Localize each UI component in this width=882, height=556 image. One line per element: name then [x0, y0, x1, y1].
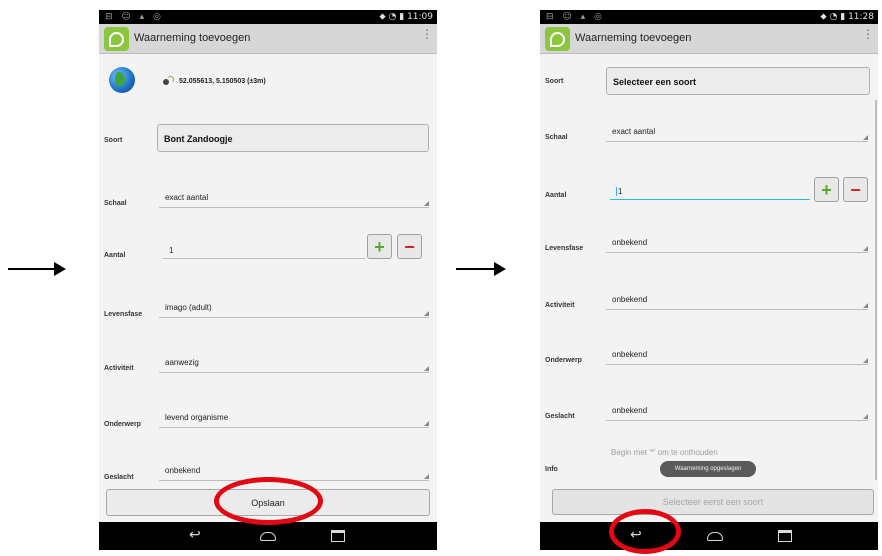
- sex-dropdown[interactable]: onbekend: [159, 463, 429, 481]
- field-label-scale: Schaal: [545, 134, 568, 141]
- field-label-lifestage: Levensfase: [545, 245, 584, 252]
- field-label-species: Soort: [104, 137, 123, 144]
- back-icon[interactable]: ↩: [189, 528, 201, 542]
- scrollbar[interactable]: [875, 100, 877, 480]
- field-label-subject: Onderwerp: [104, 421, 141, 428]
- phone-screen-after: ⊟ ☺ ▴ ◎ ⬥ ◔ ▮ 11:28 Waarneming toevoegen…: [540, 10, 878, 550]
- increment-button[interactable]: +: [814, 177, 839, 202]
- dropdown-arrow-icon: [424, 201, 429, 206]
- field-label-count: Aantal: [545, 192, 567, 199]
- status-clock: ⬥ ◔ ▮ 11:28: [820, 12, 874, 22]
- navigation-bar: ↩: [540, 522, 878, 550]
- field-label-species: Soort: [545, 78, 564, 85]
- highlight-circle: [609, 509, 681, 554]
- field-label-scale: Schaal: [104, 200, 127, 207]
- app-logo-icon[interactable]: [104, 27, 129, 51]
- decrement-button[interactable]: −: [397, 234, 422, 259]
- dropdown-arrow-icon: [424, 366, 429, 371]
- dropdown-arrow-icon: [424, 311, 429, 316]
- globe-icon: [109, 67, 135, 93]
- arrow-right-icon: [8, 262, 66, 276]
- highlight-circle: [214, 477, 323, 525]
- overflow-menu-icon[interactable]: ⋮: [421, 28, 433, 40]
- gps-coordinates: 52.055613, 5.150503 (±3m): [179, 78, 266, 85]
- recent-apps-icon[interactable]: [778, 530, 792, 542]
- field-label-lifestage: Levensfase: [104, 311, 143, 318]
- action-bar: Waarneming toevoegen ⋮: [540, 24, 878, 54]
- field-label-count: Aantal: [104, 252, 126, 259]
- dropdown-arrow-icon: [424, 421, 429, 426]
- activity-dropdown[interactable]: aanwezig: [159, 355, 429, 373]
- species-selector[interactable]: Bont Zandoogje: [157, 124, 429, 152]
- info-input[interactable]: Begin met '*' om te onthouden: [611, 448, 718, 457]
- app-logo-icon[interactable]: [545, 27, 570, 51]
- dropdown-arrow-icon: [863, 135, 868, 140]
- scale-dropdown[interactable]: exact aantal: [159, 190, 429, 208]
- gps-signal-icon: [163, 75, 175, 87]
- status-clock: ⬥ ◔ ▮ 11:09: [379, 12, 433, 22]
- recent-apps-icon[interactable]: [331, 530, 345, 542]
- home-icon[interactable]: [260, 532, 276, 541]
- subject-dropdown[interactable]: onbekend: [606, 347, 868, 365]
- scale-dropdown[interactable]: exact aantal: [606, 124, 868, 142]
- status-bar: ⊟ ☺ ▴ ◎ ⬥ ◔ ▮ 11:28: [540, 10, 878, 24]
- field-label-subject: Onderwerp: [545, 357, 582, 364]
- navigation-bar: ↩: [99, 522, 437, 550]
- action-bar: Waarneming toevoegen ⋮: [99, 24, 437, 54]
- count-input[interactable]: 1: [163, 241, 365, 259]
- status-icons: ⊟ ☺ ▴ ◎: [105, 12, 164, 22]
- page-title: Waarneming toevoegen: [134, 32, 251, 44]
- field-label-sex: Geslacht: [104, 474, 134, 481]
- sex-dropdown[interactable]: onbekend: [606, 403, 868, 421]
- dropdown-arrow-icon: [863, 303, 868, 308]
- lifestage-dropdown[interactable]: onbekend: [606, 235, 868, 253]
- field-label-activity: Activiteit: [104, 365, 134, 372]
- activity-dropdown[interactable]: onbekend: [606, 292, 868, 310]
- dropdown-arrow-icon: [863, 358, 868, 363]
- overflow-menu-icon[interactable]: ⋮: [862, 28, 874, 40]
- save-button-disabled[interactable]: Selecteer eerst een soort: [552, 489, 874, 515]
- increment-button[interactable]: +: [367, 234, 392, 259]
- species-selector[interactable]: Selecteer een soort: [606, 67, 870, 95]
- arrow-right-icon: [456, 262, 506, 276]
- status-icons: ⊟ ☺ ▴ ◎: [546, 12, 605, 22]
- count-input[interactable]: 1: [610, 182, 810, 200]
- dropdown-arrow-icon: [863, 246, 868, 251]
- toast-message: Waarneming opgeslagen: [660, 461, 756, 477]
- field-label-activity: Activiteit: [545, 302, 575, 309]
- decrement-button[interactable]: −: [843, 177, 868, 202]
- subject-dropdown[interactable]: levend organisme: [159, 410, 429, 428]
- home-icon[interactable]: [707, 532, 723, 541]
- dropdown-arrow-icon: [863, 414, 868, 419]
- lifestage-dropdown[interactable]: imago (adult): [159, 300, 429, 318]
- field-label-sex: Geslacht: [545, 413, 575, 420]
- phone-screen-before: ⊟ ☺ ▴ ◎ ⬥ ◔ ▮ 11:09 Waarneming toevoegen…: [99, 10, 437, 550]
- dropdown-arrow-icon: [424, 474, 429, 479]
- status-bar: ⊟ ☺ ▴ ◎ ⬥ ◔ ▮ 11:09: [99, 10, 437, 24]
- field-label-info: Info: [545, 466, 558, 473]
- page-title: Waarneming toevoegen: [575, 32, 692, 44]
